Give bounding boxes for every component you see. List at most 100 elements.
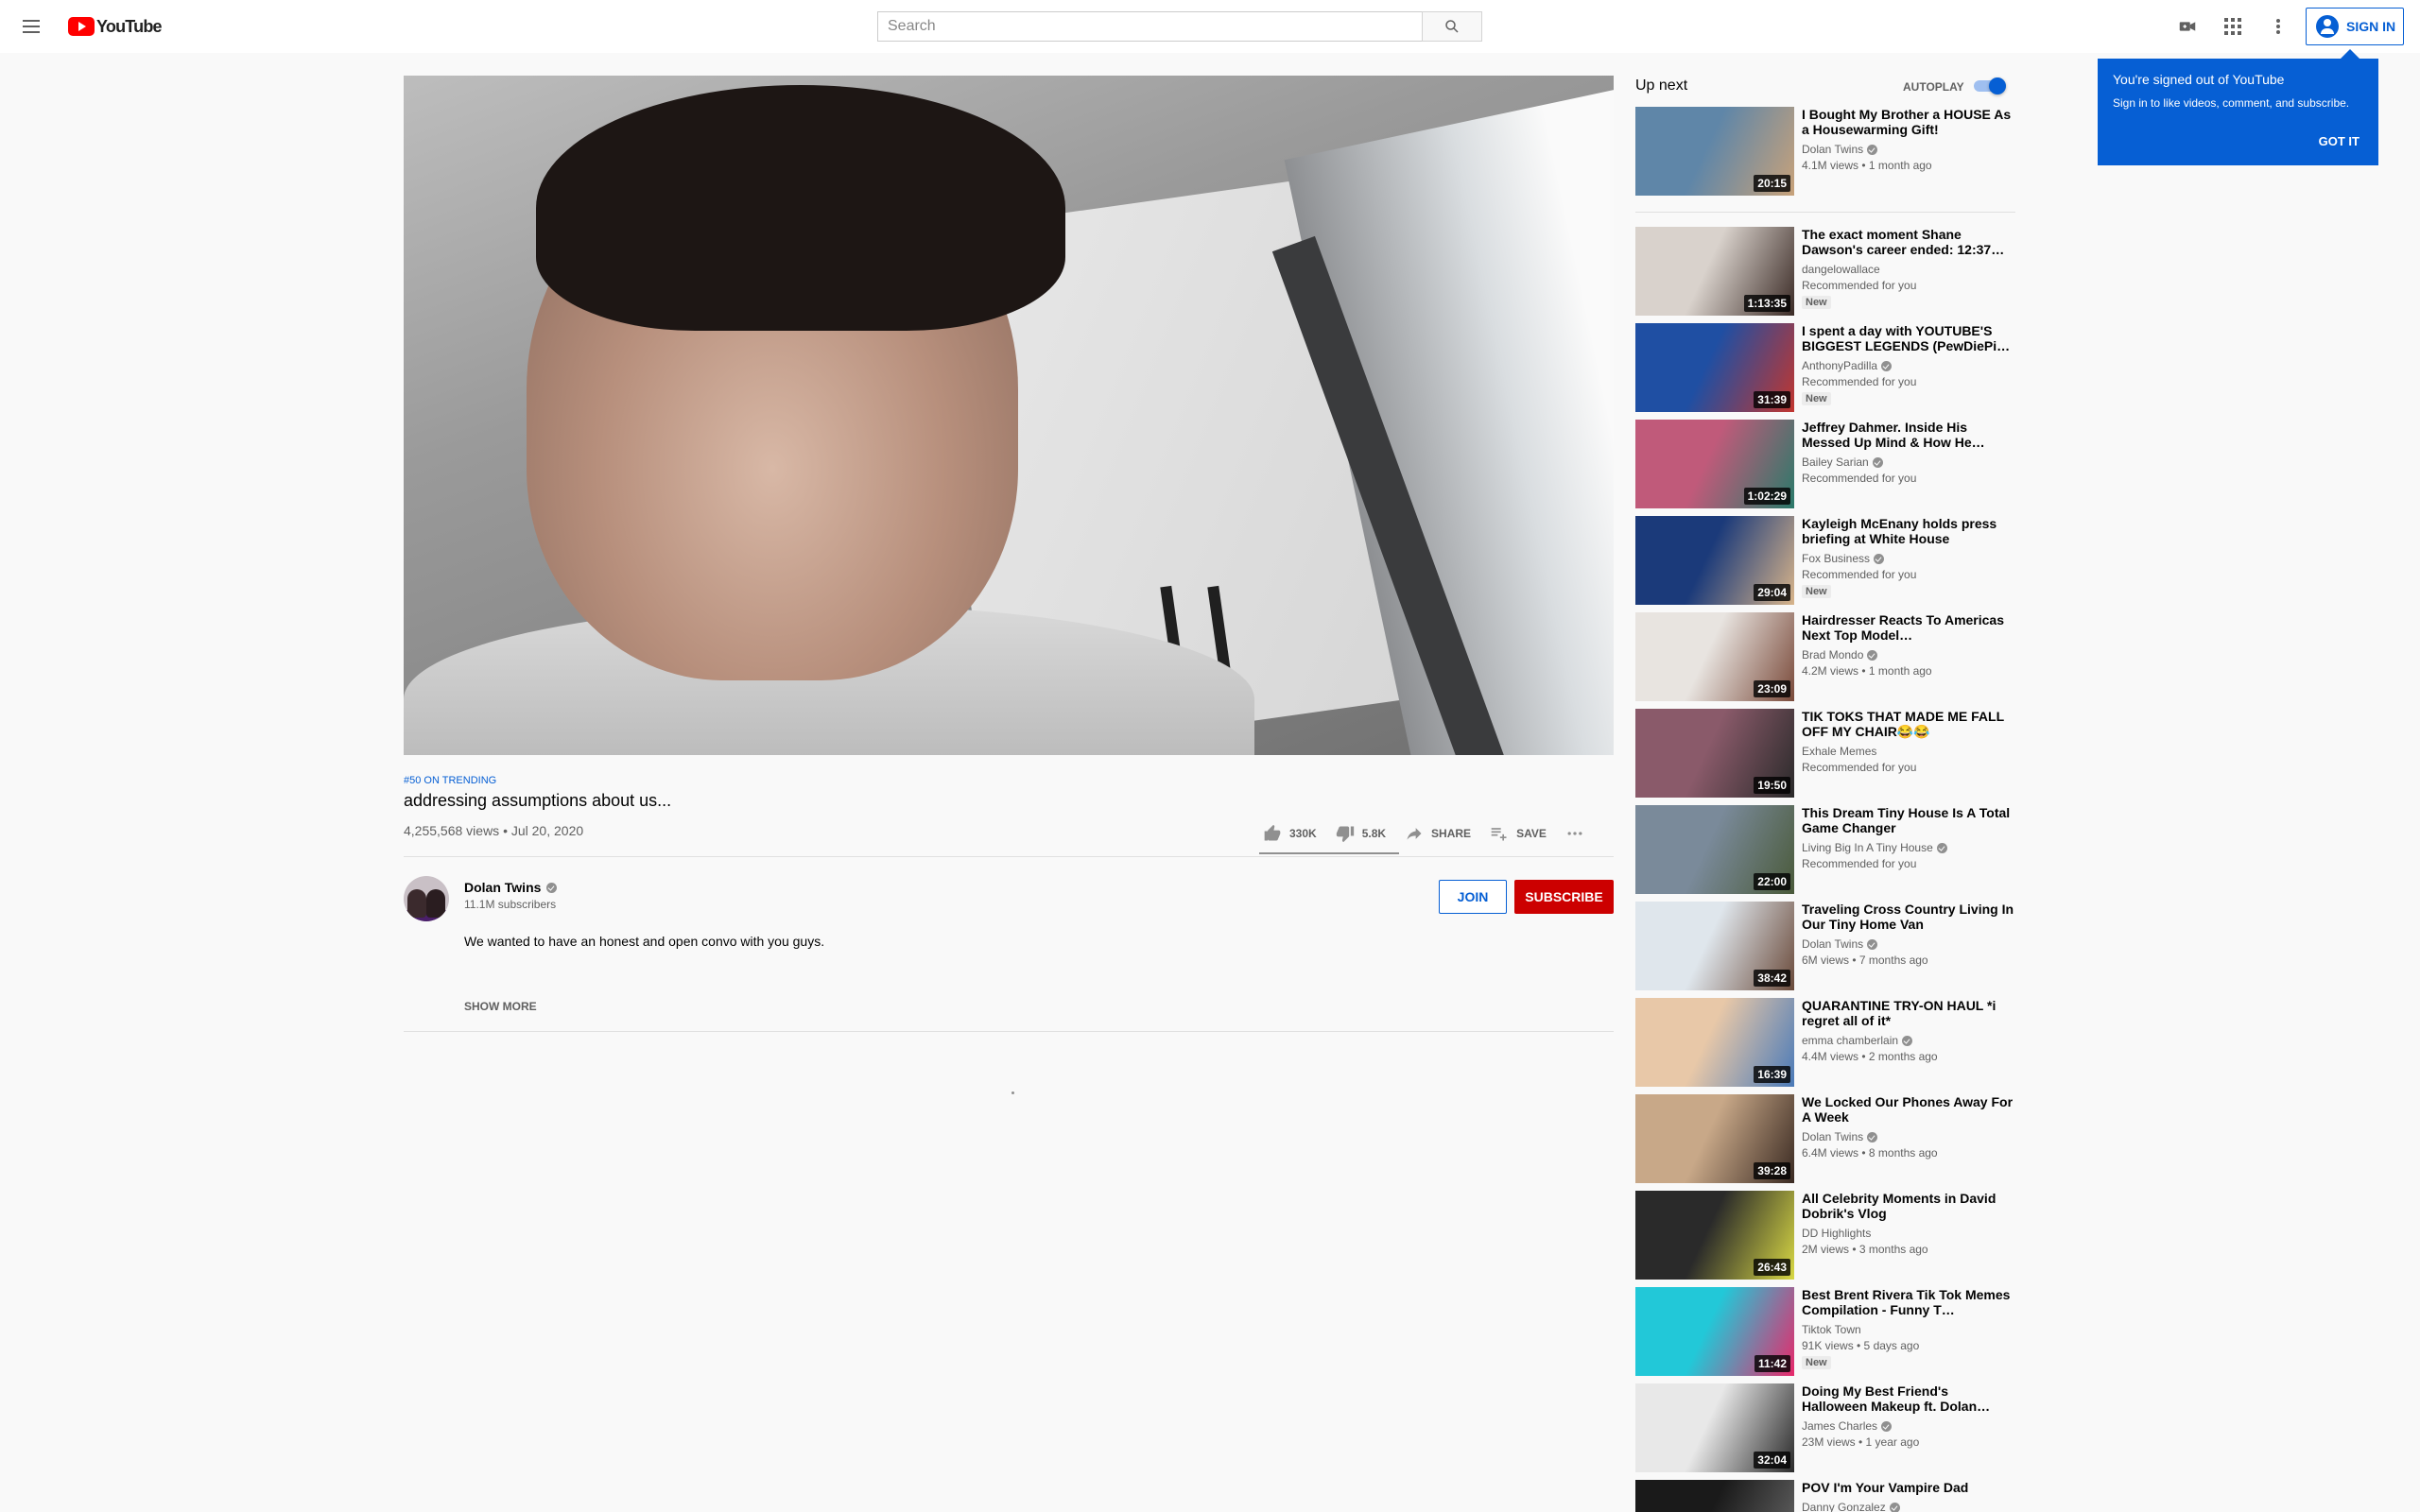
video-thumbnail[interactable]: [1635, 1480, 1794, 1512]
video-item-channel[interactable]: AnthonyPadilla: [1802, 359, 2015, 372]
related-video-item[interactable]: 19:50 TIK TOKS THAT MADE ME FALL OFF MY C…: [1635, 709, 2015, 798]
video-item-channel[interactable]: James Charles: [1802, 1419, 2015, 1433]
related-video-item[interactable]: 32:04 Doing My Best Friend's Halloween Ma…: [1635, 1383, 2015, 1472]
video-item-title[interactable]: Traveling Cross Country Living In Our Ti…: [1802, 902, 2015, 932]
video-item-title[interactable]: This Dream Tiny House Is A Total Game Ch…: [1802, 805, 2015, 835]
apps-grid-icon[interactable]: [2221, 15, 2244, 38]
video-item-channel[interactable]: Living Big In A Tiny House: [1802, 841, 2015, 854]
video-item-title[interactable]: Jeffrey Dahmer. Inside His Messed Up Min…: [1802, 420, 2015, 450]
video-meta: Traveling Cross Country Living In Our Ti…: [1802, 902, 2015, 990]
video-frame-hair: [536, 85, 1065, 331]
video-thumbnail[interactable]: 23:09: [1635, 612, 1794, 701]
video-item-channel[interactable]: DD Highlights: [1802, 1227, 2015, 1240]
join-button[interactable]: JOIN: [1439, 880, 1507, 914]
search-button[interactable]: [1422, 11, 1482, 42]
video-item-title[interactable]: QUARANTINE TRY-ON HAUL *i regret all of …: [1802, 998, 2015, 1028]
video-item-title[interactable]: We Locked Our Phones Away For A Week: [1802, 1094, 2015, 1125]
logo-text: YouTube: [96, 16, 163, 36]
related-video-item[interactable]: 29:04 Kayleigh McEnany holds press briefi…: [1635, 516, 2015, 605]
video-thumbnail[interactable]: 20:15: [1635, 107, 1794, 196]
video-item-channel[interactable]: Brad Mondo: [1802, 648, 2015, 662]
dislike-button[interactable]: 5.8K: [1336, 824, 1386, 843]
video-thumbnail[interactable]: 11:42: [1635, 1287, 1794, 1376]
related-video-item[interactable]: 31:39 I spent a day with YOUTUBE'S BIGGES…: [1635, 323, 2015, 412]
video-item-channel[interactable]: Dolan Twins: [1802, 143, 2015, 156]
channel-name-text: Bailey Sarian: [1802, 455, 1869, 469]
channel-name-text: DD Highlights: [1802, 1227, 1872, 1240]
video-item-title[interactable]: I Bought My Brother a HOUSE As a Housewa…: [1802, 107, 2015, 137]
related-video-item[interactable]: 1:13:35 The exact moment Shane Dawson's c…: [1635, 227, 2015, 316]
up-next-heading: Up next: [1635, 77, 1688, 94]
got-it-button[interactable]: GOT IT: [2319, 134, 2360, 148]
new-badge: New: [1802, 296, 1831, 309]
video-thumbnail[interactable]: 22:00: [1635, 805, 1794, 894]
related-video-item[interactable]: 11:42 Best Brent Rivera Tik Tok Memes Com…: [1635, 1287, 2015, 1376]
video-thumbnail[interactable]: 31:39: [1635, 323, 1794, 412]
related-video-item[interactable]: 23:09 Hairdresser Reacts To Americas Next…: [1635, 612, 2015, 701]
video-item-title[interactable]: Doing My Best Friend's Halloween Makeup …: [1802, 1383, 2015, 1414]
share-button[interactable]: SHARE: [1405, 824, 1471, 843]
video-item-channel[interactable]: emma chamberlain: [1802, 1034, 2015, 1047]
trending-badge[interactable]: #50 ON TRENDING: [404, 775, 496, 786]
youtube-logo[interactable]: YouTube: [68, 16, 163, 36]
video-item-channel[interactable]: Exhale Memes: [1802, 745, 2015, 758]
video-thumbnail[interactable]: 1:13:35: [1635, 227, 1794, 316]
video-player[interactable]: [404, 76, 1614, 755]
video-thumbnail[interactable]: 26:43: [1635, 1191, 1794, 1280]
subscribe-button[interactable]: SUBSCRIBE: [1514, 880, 1614, 914]
related-video-item[interactable]: 22:00 This Dream Tiny House Is A Total Ga…: [1635, 805, 2015, 894]
related-video-item[interactable]: 1:02:29 Jeffrey Dahmer. Inside His Messed…: [1635, 420, 2015, 508]
video-meta: I spent a day with YOUTUBE'S BIGGEST LEG…: [1802, 323, 2015, 412]
related-video-item[interactable]: 16:39 QUARANTINE TRY-ON HAUL *i regret al…: [1635, 998, 2015, 1087]
video-item-channel[interactable]: Dolan Twins: [1802, 1130, 2015, 1143]
video-item-title[interactable]: Hairdresser Reacts To Americas Next Top …: [1802, 612, 2015, 643]
search-input[interactable]: Search: [877, 11, 1422, 42]
video-item-title[interactable]: All Celebrity Moments in David Dobrik's …: [1802, 1191, 2015, 1221]
video-thumbnail[interactable]: 32:04: [1635, 1383, 1794, 1472]
video-item-title[interactable]: The exact moment Shane Dawson's career e…: [1802, 227, 2015, 257]
video-item-channel[interactable]: Dolan Twins: [1802, 937, 2015, 951]
video-item-title[interactable]: Best Brent Rivera Tik Tok Memes Compilat…: [1802, 1287, 2015, 1317]
verified-icon: [1881, 360, 1893, 371]
video-item-title[interactable]: I spent a day with YOUTUBE'S BIGGEST LEG…: [1802, 323, 2015, 353]
video-thumbnail[interactable]: 19:50: [1635, 709, 1794, 798]
show-more-button[interactable]: SHOW MORE: [464, 1000, 537, 1013]
related-video-item[interactable]: POV I'm Your Vampire Dad Danny Gonzalez: [1635, 1480, 2015, 1512]
video-item-channel[interactable]: Tiktok Town: [1802, 1323, 2015, 1336]
channel-name[interactable]: Dolan Twins: [464, 880, 558, 895]
video-item-channel[interactable]: dangelowallace: [1802, 263, 2015, 276]
sign-in-button[interactable]: SIGN IN: [2306, 8, 2404, 45]
video-duration: 1:02:29: [1743, 488, 1790, 505]
video-item-channel[interactable]: Fox Business: [1802, 552, 2015, 565]
video-thumbnail[interactable]: 16:39: [1635, 998, 1794, 1087]
video-item-title[interactable]: POV I'm Your Vampire Dad: [1802, 1480, 2015, 1495]
video-thumbnail[interactable]: 1:02:29: [1635, 420, 1794, 508]
video-item-channel[interactable]: Bailey Sarian: [1802, 455, 2015, 469]
video-item-title[interactable]: TIK TOKS THAT MADE ME FALL OFF MY CHAIR😂…: [1802, 709, 2015, 739]
settings-more-icon[interactable]: [2267, 15, 2290, 38]
related-video-item[interactable]: 26:43 All Celebrity Moments in David Dobr…: [1635, 1191, 2015, 1280]
divider: [404, 856, 1614, 857]
related-video-item[interactable]: 39:28 We Locked Our Phones Away For A Wee…: [1635, 1094, 2015, 1183]
video-duration: 20:15: [1754, 175, 1790, 192]
video-item-stats: Recommended for you: [1802, 568, 1917, 581]
related-video-item[interactable]: 38:42 Traveling Cross Country Living In O…: [1635, 902, 2015, 990]
like-button[interactable]: 330K: [1263, 824, 1317, 843]
save-button[interactable]: SAVE: [1490, 824, 1547, 843]
more-actions-button[interactable]: [1565, 824, 1584, 843]
menu-icon[interactable]: [19, 13, 45, 40]
video-duration: 32:04: [1754, 1452, 1790, 1469]
video-thumbnail[interactable]: 39:28: [1635, 1094, 1794, 1183]
video-thumbnail[interactable]: 38:42: [1635, 902, 1794, 990]
autoplay-toggle[interactable]: [1974, 77, 2008, 94]
video-thumbnail[interactable]: 29:04: [1635, 516, 1794, 605]
video-item-title[interactable]: Kayleigh McEnany holds press briefing at…: [1802, 516, 2015, 546]
verified-icon: [1881, 1420, 1893, 1432]
channel-name-text: Danny Gonzalez: [1802, 1501, 1886, 1512]
channel-avatar[interactable]: [404, 876, 449, 921]
video-meta: This Dream Tiny House Is A Total Game Ch…: [1802, 805, 2015, 894]
new-badge: New: [1802, 585, 1831, 598]
related-video-item[interactable]: 20:15 I Bought My Brother a HOUSE As a Ho…: [1635, 107, 2015, 196]
create-video-icon[interactable]: [2176, 15, 2199, 38]
video-item-channel[interactable]: Danny Gonzalez: [1802, 1501, 2015, 1512]
